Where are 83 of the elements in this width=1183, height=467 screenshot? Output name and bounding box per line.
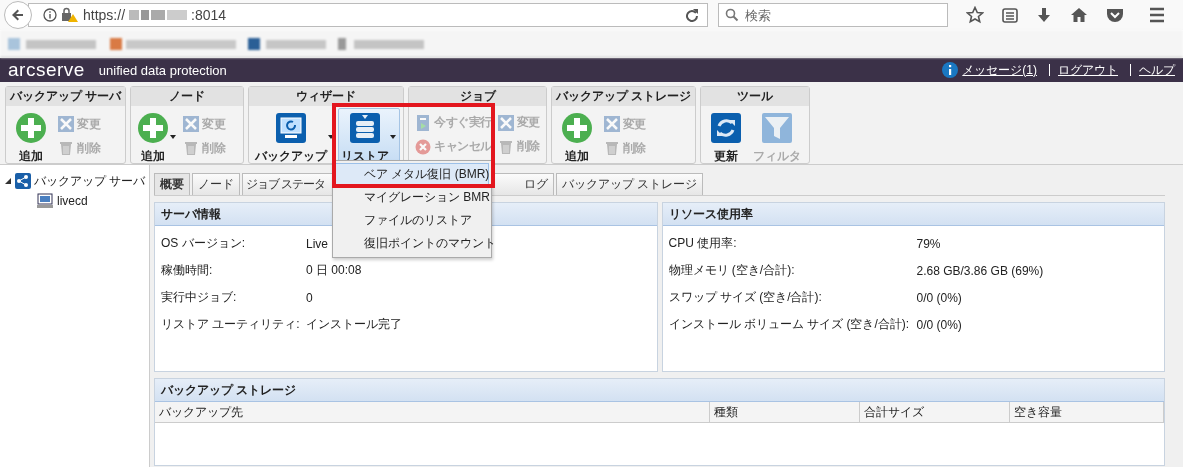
field-value: 0 <box>306 290 313 305</box>
toolbar-button[interactable]: 更新 <box>704 108 751 164</box>
back-button[interactable] <box>4 1 32 29</box>
group-title: バックアップ サーバ <box>6 87 126 106</box>
field-label: スワップ サイズ (空き/合計): <box>668 289 822 306</box>
expand-toggle-icon[interactable] <box>4 177 12 185</box>
list-icon[interactable] <box>1002 7 1018 23</box>
group-title: ツール <box>701 87 810 106</box>
field-value: 2.68 GB/3.86 GB (69%) <box>916 263 1044 278</box>
search-icon <box>725 8 739 22</box>
plus-icon <box>15 112 47 144</box>
info-icon[interactable] <box>43 8 57 22</box>
tools-icon <box>183 116 200 132</box>
product-name: unified data protection <box>98 62 227 78</box>
caret-icon <box>170 135 177 139</box>
caret-icon <box>328 135 335 139</box>
download-icon[interactable] <box>1036 7 1052 23</box>
field-value: Live <box>306 236 328 251</box>
field-value: 79% <box>916 236 941 251</box>
tree-item[interactable]: livecd <box>57 194 88 208</box>
pocket-icon[interactable] <box>1106 7 1124 23</box>
redacted-address <box>129 9 188 21</box>
field-label: 物理メモリ (空き/合計): <box>668 262 795 279</box>
field-label: 稼働時間: <box>161 262 213 279</box>
toolbar-button[interactable]: 追加 <box>9 108 55 164</box>
tab[interactable]: バックアップ ストレージ <box>556 173 704 195</box>
server-icon <box>415 114 432 131</box>
field-label: 実行中ジョブ: <box>161 289 237 306</box>
panel-title: リソース使用率 <box>662 203 1164 226</box>
url-port: :8014 <box>191 7 227 23</box>
reload-icon[interactable] <box>685 8 699 22</box>
computer-icon <box>36 193 54 209</box>
tools-icon <box>58 116 74 132</box>
tools-icon <box>497 114 514 131</box>
tree-item[interactable]: バックアップ サーバ <box>34 172 146 190</box>
back-arrow-icon <box>11 8 25 22</box>
column-header[interactable]: 空き容量 <box>1010 402 1164 423</box>
field-value: 0/0 (0%) <box>916 290 962 305</box>
group-title: ウィザード <box>249 87 404 106</box>
field-value: 0 日 00:08 <box>306 262 362 279</box>
trash-icon <box>497 138 514 155</box>
plus-icon <box>137 112 170 144</box>
refresh-icon <box>710 112 743 144</box>
field-value: インストール完了 <box>306 316 402 333</box>
trash-icon <box>58 140 74 156</box>
search-field[interactable]: 検索 <box>718 3 948 27</box>
tab[interactable]: ノード <box>192 173 240 195</box>
cancel-icon <box>415 138 432 155</box>
header-link[interactable]: メッセージ(1) <box>962 61 1037 79</box>
logo: arcserve <box>8 59 85 81</box>
column-header[interactable]: 種類 <box>710 402 860 423</box>
menu-icon[interactable] <box>1148 7 1166 23</box>
header-link[interactable]: ログアウト <box>1049 64 1118 76</box>
info-icon <box>942 62 959 78</box>
field-label: リストア ユーティリティ: <box>161 316 300 333</box>
menu-item[interactable]: ベア メタル復旧 (BMR) <box>335 163 489 186</box>
database-icon <box>349 112 382 144</box>
trash-icon <box>603 140 620 156</box>
tab[interactable]: 概要 <box>154 173 190 195</box>
toolbar-button[interactable]: 追加 <box>134 108 181 164</box>
url-scheme: https:// <box>83 7 126 23</box>
trash-icon <box>183 140 200 156</box>
monitor-icon <box>275 112 308 144</box>
group-title: ノード <box>131 87 244 106</box>
field-label: インストール ボリューム サイズ (空き/合計): <box>668 316 910 333</box>
network-icon <box>15 173 31 189</box>
caret-icon <box>390 135 397 139</box>
column-header[interactable]: バックアップ先 <box>155 402 710 423</box>
field-label: CPU 使用率: <box>668 235 737 252</box>
column-header[interactable]: 合計サイズ <box>860 402 1010 423</box>
field-label: OS バージョン: <box>161 235 245 252</box>
filter-icon <box>761 112 794 144</box>
group-title: バックアップ ストレージ <box>551 87 696 106</box>
tools-icon <box>603 116 620 132</box>
lock-warning-icon[interactable] <box>61 7 79 23</box>
toolbar-button[interactable]: 追加 <box>554 108 601 164</box>
url-field[interactable]: https:// :8014 <box>28 3 708 27</box>
plus-icon <box>560 112 593 144</box>
panel-title: バックアップ ストレージ <box>155 379 1164 402</box>
star-icon[interactable] <box>966 6 984 24</box>
header-link[interactable]: ヘルプ <box>1130 64 1175 76</box>
field-value: 0/0 (0%) <box>916 317 962 332</box>
home-icon[interactable] <box>1070 7 1088 23</box>
